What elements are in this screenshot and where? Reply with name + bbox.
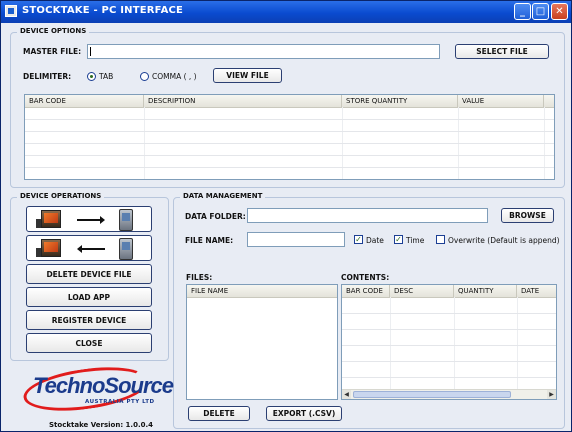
device-to-pc-transfer-icon bbox=[41, 239, 61, 257]
grid-line bbox=[25, 143, 554, 144]
column-header-file-name[interactable]: FILE NAME bbox=[187, 285, 337, 297]
grid-line bbox=[342, 377, 556, 378]
grid-line bbox=[517, 297, 518, 389]
view-file-button[interactable]: VIEW FILE bbox=[213, 68, 282, 83]
master-file-input[interactable] bbox=[87, 44, 440, 59]
time-checkbox-label: Time bbox=[406, 236, 425, 245]
column-header-desc[interactable]: DESC bbox=[390, 285, 454, 297]
contents-horizontal-scrollbar[interactable]: ◀ ▶ bbox=[342, 389, 556, 399]
files-label: FILES: bbox=[186, 273, 213, 282]
file-name-label: FILE NAME: bbox=[185, 236, 234, 245]
overwrite-checkbox-label: Overwrite (Default is append) bbox=[448, 236, 560, 245]
title-bar[interactable]: STOCKTAKE - PC INTERFACE _ □ ✕ bbox=[1, 1, 571, 23]
column-header-bar-code[interactable]: BAR CODE bbox=[25, 95, 144, 107]
master-file-label: MASTER FILE: bbox=[23, 47, 82, 56]
scroll-left-arrow-icon[interactable]: ◀ bbox=[342, 390, 351, 399]
column-header-bar-code[interactable]: BAR CODE bbox=[342, 285, 390, 297]
column-header-spacer bbox=[544, 95, 554, 107]
delimiter-comma-label: COMMA ( , ) bbox=[152, 72, 197, 81]
delete-device-file-button[interactable]: DELETE DEVICE FILE bbox=[26, 264, 152, 284]
load-app-button[interactable]: LOAD APP bbox=[26, 287, 152, 307]
close-window-button[interactable]: ✕ bbox=[551, 3, 568, 20]
app-window: STOCKTAKE - PC INTERFACE _ □ ✕ DEVICE OP… bbox=[0, 0, 572, 432]
browse-button[interactable]: BROWSE bbox=[501, 208, 554, 223]
delete-button[interactable]: DELETE bbox=[188, 406, 250, 421]
export-csv-button[interactable]: EXPORT (.CSV) bbox=[266, 406, 342, 421]
column-header-description[interactable]: DESCRIPTION bbox=[144, 95, 342, 107]
data-folder-input[interactable] bbox=[247, 208, 488, 223]
data-folder-label: DATA FOLDER: bbox=[185, 212, 246, 221]
files-list[interactable]: FILE NAME bbox=[186, 284, 338, 400]
grid-line bbox=[25, 167, 554, 168]
grid-line bbox=[342, 329, 556, 330]
grid-line bbox=[25, 131, 554, 132]
files-list-header: FILE NAME bbox=[187, 285, 337, 298]
device-operations-legend: DEVICE OPERATIONS bbox=[17, 192, 105, 200]
date-checkbox-label: Date bbox=[366, 236, 384, 245]
grid-line bbox=[342, 313, 556, 314]
file-name-input[interactable] bbox=[247, 232, 345, 247]
delimiter-label: DELIMITER: bbox=[23, 72, 72, 81]
handheld-device-icon bbox=[119, 238, 133, 260]
overwrite-checkbox[interactable] bbox=[436, 235, 445, 244]
time-checkbox[interactable]: ✓ bbox=[394, 235, 403, 244]
text-cursor bbox=[90, 47, 91, 56]
close-button[interactable]: CLOSE bbox=[26, 333, 152, 353]
pc-to-device-transfer-icon bbox=[41, 210, 61, 228]
arrow-left-icon bbox=[77, 245, 105, 253]
contents-table[interactable]: BAR CODE DESC QUANTITY DATE ◀ ▶ bbox=[341, 284, 557, 400]
grid-line bbox=[342, 361, 556, 362]
select-file-button[interactable]: SELECT FILE bbox=[455, 44, 549, 59]
logo-text: TechnoSource bbox=[33, 373, 174, 398]
upload-to-device-button[interactable] bbox=[26, 206, 152, 232]
master-file-table-header: BAR CODE DESCRIPTION STORE QUANTITY VALU… bbox=[25, 95, 554, 108]
column-header-quantity[interactable]: QUANTITY bbox=[454, 285, 517, 297]
arrow-right-icon bbox=[77, 216, 105, 224]
grid-line bbox=[25, 119, 554, 120]
minimize-button[interactable]: _ bbox=[514, 3, 531, 20]
download-from-device-button[interactable] bbox=[26, 235, 152, 261]
grid-line bbox=[390, 297, 391, 389]
window-title: STOCKTAKE - PC INTERFACE bbox=[22, 5, 184, 16]
data-management-legend: DATA MANAGEMENT bbox=[180, 192, 266, 200]
column-header-value[interactable]: VALUE bbox=[458, 95, 544, 107]
app-icon bbox=[5, 5, 17, 17]
delimiter-tab-radio[interactable] bbox=[87, 72, 96, 81]
column-header-store-quantity[interactable]: STORE QUANTITY bbox=[342, 95, 458, 107]
delimiter-comma-radio[interactable] bbox=[140, 72, 149, 81]
master-file-table[interactable]: BAR CODE DESCRIPTION STORE QUANTITY VALU… bbox=[24, 94, 555, 180]
scroll-right-arrow-icon[interactable]: ▶ bbox=[547, 390, 556, 399]
delimiter-tab-label: TAB bbox=[99, 72, 114, 81]
technosource-logo: TechnoSource AUSTRALIA PTY LTD bbox=[20, 360, 174, 419]
register-device-button[interactable]: REGISTER DEVICE bbox=[26, 310, 152, 330]
contents-table-header: BAR CODE DESC QUANTITY DATE bbox=[342, 285, 556, 298]
scroll-thumb[interactable] bbox=[353, 391, 511, 398]
device-options-legend: DEVICE OPTIONS bbox=[17, 27, 90, 35]
version-label: Stocktake Version: 1.0.0.4 bbox=[49, 421, 154, 429]
date-checkbox[interactable]: ✓ bbox=[354, 235, 363, 244]
column-header-date[interactable]: DATE bbox=[517, 285, 556, 297]
contents-label: CONTENTS: bbox=[341, 273, 390, 282]
maximize-button[interactable]: □ bbox=[532, 3, 549, 20]
grid-line bbox=[454, 297, 455, 389]
grid-line bbox=[25, 155, 554, 156]
logo-subtitle: AUSTRALIA PTY LTD bbox=[85, 399, 155, 405]
grid-line bbox=[342, 345, 556, 346]
handheld-device-icon bbox=[119, 209, 133, 231]
